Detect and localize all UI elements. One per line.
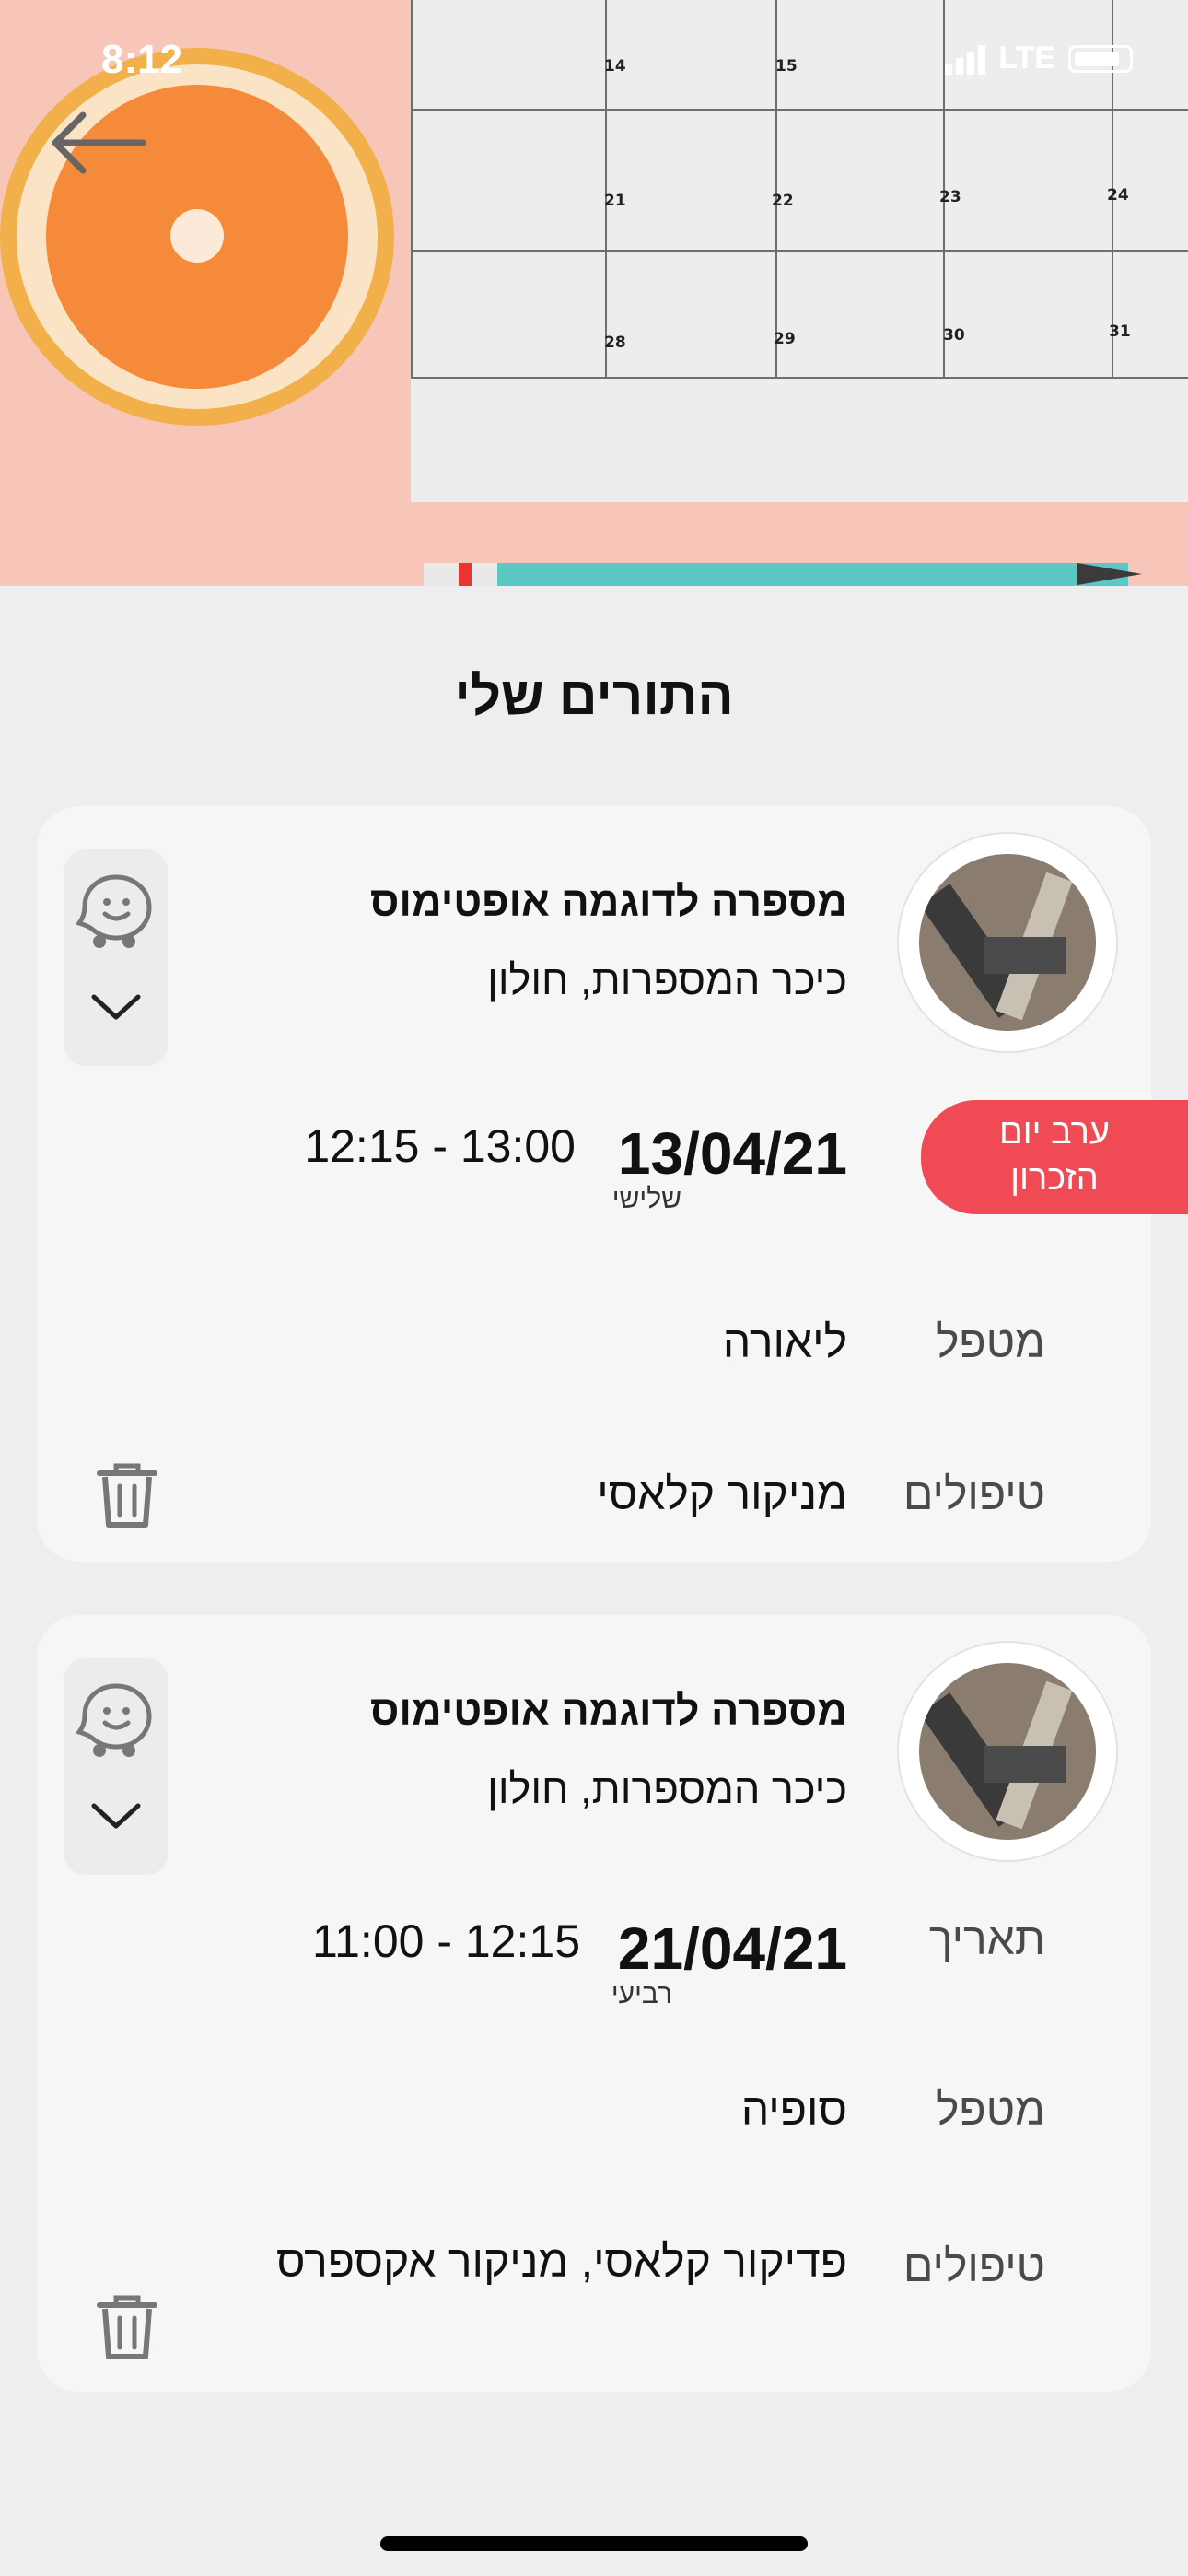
home-indicator[interactable] xyxy=(380,2536,808,2551)
calendar-date: 21 xyxy=(604,192,626,210)
treatments-value: מניקור קלאסי xyxy=(597,1470,847,1519)
therapist-name: ליאורה xyxy=(722,1318,847,1367)
appointment-weekday: שלישי xyxy=(611,1184,681,1214)
business-name: מספרה לדוגמה אופטימוס xyxy=(369,878,847,925)
actions-panel xyxy=(64,849,168,1066)
holiday-badge: ערב יום הזכרון xyxy=(921,1100,1188,1214)
therapist-label: מטפל xyxy=(935,1318,1045,1367)
signal-icon xyxy=(945,43,986,75)
waze-icon[interactable] xyxy=(76,870,157,951)
treatments-value: פדיקור קלאסי, מניקור אקספרס xyxy=(276,2238,847,2287)
page-title: התורים שלי xyxy=(454,666,734,726)
appointment-time: 11:00 - 12:15 xyxy=(312,1915,580,1967)
trash-icon[interactable] xyxy=(92,1460,162,1528)
business-avatar xyxy=(899,1643,1116,1860)
therapist-label: מטפל xyxy=(935,2086,1045,2135)
business-address: כיכר המספרות, חולון xyxy=(487,956,847,1003)
date-label: תאריך xyxy=(928,1915,1045,1964)
network-type: LTE xyxy=(998,41,1055,76)
appointment-weekday: רביעי xyxy=(611,1979,672,2009)
actions-panel xyxy=(64,1658,168,1875)
treatments-label: טיפולים xyxy=(903,2242,1045,2291)
appointment-card: מספרה לדוגמה אופטימוס כיכר המספרות, חולו… xyxy=(37,1615,1151,2392)
orange-illustration xyxy=(0,48,394,426)
calendar-date: 23 xyxy=(939,188,961,206)
calendar-date: 22 xyxy=(772,192,794,210)
appointment-time: 12:15 - 13:00 xyxy=(304,1120,576,1172)
appointment-date: 13/04/21 xyxy=(617,1120,847,1187)
waze-icon[interactable] xyxy=(76,1679,157,1760)
calendar-date: 28 xyxy=(604,334,626,352)
status-icons: LTE xyxy=(945,41,1133,76)
appointment-date: 21/04/21 xyxy=(617,1915,847,1982)
status-time: 8:12 xyxy=(101,37,183,82)
chevron-down-icon[interactable] xyxy=(87,988,146,1025)
calendar-date: 15 xyxy=(775,57,798,76)
back-button[interactable] xyxy=(46,106,152,180)
business-avatar xyxy=(899,834,1116,1051)
chevron-down-icon[interactable] xyxy=(87,1797,146,1833)
treatments-label: טיפולים xyxy=(903,1470,1045,1519)
calendar-date: 24 xyxy=(1107,186,1129,205)
calendar-date: 14 xyxy=(604,57,626,76)
trash-icon[interactable] xyxy=(92,2292,162,2360)
arrow-left-icon xyxy=(52,111,146,174)
business-address: כיכר המספרות, חולון xyxy=(487,1765,847,1812)
therapist-name: סופיה xyxy=(740,2086,847,2135)
header-image: 14 15 21 22 23 24 28 29 30 31 xyxy=(0,0,1188,586)
calendar-date: 31 xyxy=(1109,322,1131,341)
battery-icon xyxy=(1068,44,1133,73)
calendar-date: 30 xyxy=(943,326,965,345)
pencil-illustration xyxy=(424,563,1128,586)
business-name: מספרה לדוגמה אופטימוס xyxy=(369,1687,847,1734)
calendar-date: 29 xyxy=(774,330,796,348)
